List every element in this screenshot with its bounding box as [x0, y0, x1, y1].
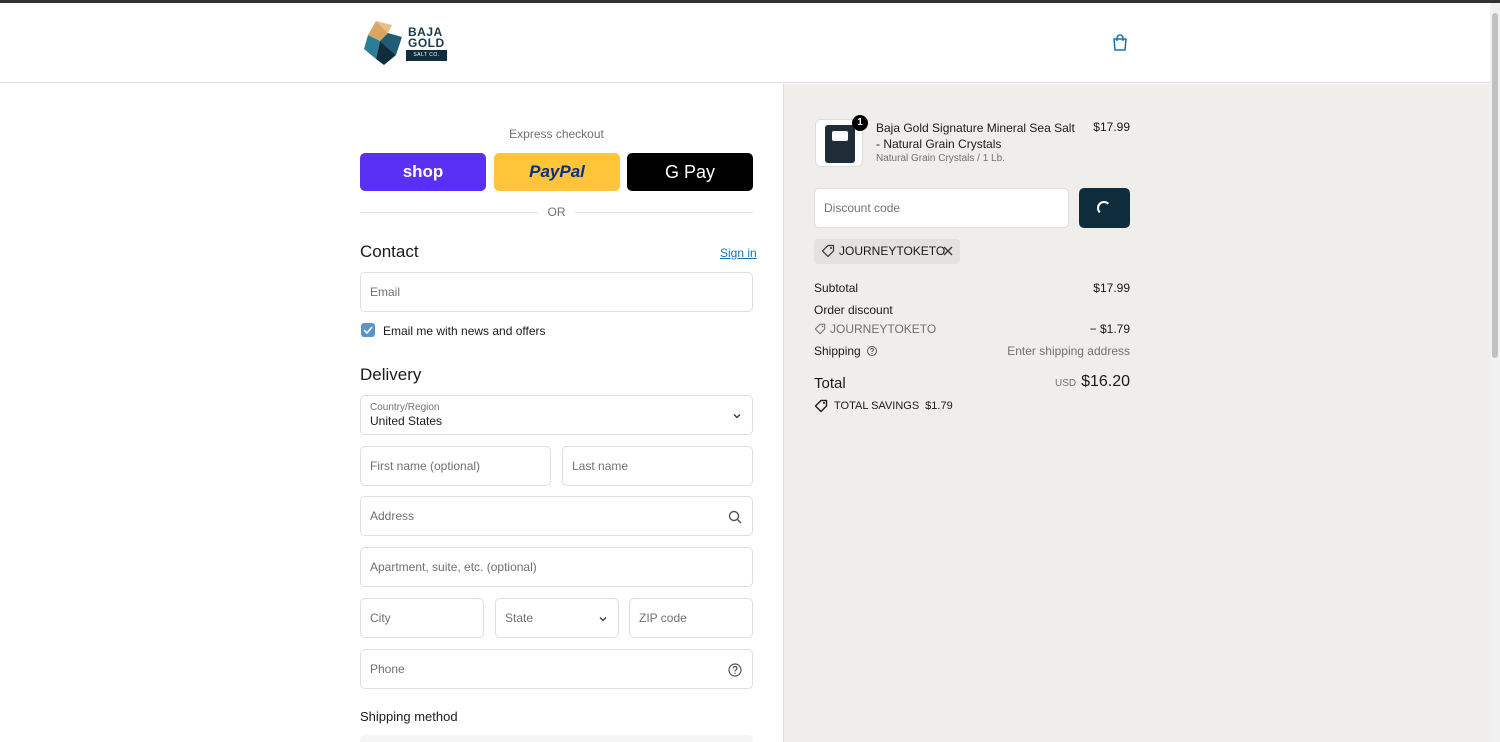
checkmark-icon [363, 326, 373, 335]
google-pay-label: G Pay [664, 161, 716, 182]
shipping-method-heading: Shipping method [360, 709, 458, 724]
apartment-field[interactable] [360, 547, 753, 587]
scrollbar-thumb[interactable] [1492, 13, 1498, 358]
remove-discount-close-icon[interactable] [941, 244, 955, 258]
product-variant: Natural Grain Crystals / 1 Lb. [876, 153, 1005, 164]
chevron-down-icon [599, 617, 607, 622]
subtotal-value: $17.99 [1093, 281, 1130, 295]
shop-pay-button[interactable]: shop [360, 153, 486, 191]
city-field[interactable] [360, 598, 484, 638]
country-label: Country/Region [370, 402, 440, 413]
state-label: State [505, 611, 534, 625]
baja-gold-logo[interactable]: BAJA GOLD SALT CO. [362, 19, 452, 69]
subtotal-label: Subtotal [814, 281, 859, 295]
country-select[interactable]: Country/Region United States [360, 395, 753, 435]
logo-badge: SALT CO. [406, 50, 447, 61]
first-name-input[interactable] [361, 447, 550, 485]
divider-right [575, 212, 753, 213]
discount-code-input[interactable] [815, 189, 1068, 227]
email-field[interactable] [360, 272, 753, 312]
order-discount-label: Order discount [814, 303, 893, 317]
city-input[interactable] [361, 599, 483, 637]
first-name-field[interactable] [360, 446, 551, 486]
help-circle-icon[interactable] [727, 662, 743, 678]
address-input[interactable] [361, 497, 752, 535]
quantity-badge: 1 [852, 115, 868, 131]
country-value: United States [370, 414, 443, 428]
last-name-input[interactable] [563, 447, 752, 485]
scrollbar[interactable] [1490, 3, 1500, 742]
applied-discount-tag: JOURNEYTOKETO [814, 239, 960, 264]
shop-pay-label: shop [402, 162, 444, 181]
news-offers-checkbox[interactable] [361, 323, 375, 337]
shopping-bag-icon[interactable] [1110, 33, 1130, 53]
logo-line2: GOLD [408, 36, 445, 50]
tag-icon [814, 323, 826, 335]
order-discount-value: − $1.79 [1089, 322, 1130, 336]
applied-discount-code: JOURNEYTOKETO [839, 244, 946, 258]
state-select[interactable]: State [495, 598, 619, 638]
total-value: $16.20 [1081, 373, 1130, 390]
order-summary-panel [783, 84, 1490, 742]
product-package [825, 125, 855, 163]
total-savings-row: TOTAL SAVINGS $1.79 [814, 399, 953, 413]
product-name: Baja Gold Signature Mineral Sea Salt - N… [876, 121, 1075, 151]
delivery-heading: Delivery [360, 365, 422, 384]
zip-input[interactable] [630, 599, 752, 637]
news-offers-label: Email me with news and offers [383, 324, 546, 338]
total-savings-label: TOTAL SAVINGS [834, 400, 920, 412]
phone-input[interactable] [361, 650, 752, 688]
contact-heading: Contact [360, 242, 419, 261]
google-pay-button[interactable]: G Pay [627, 153, 753, 191]
or-divider-text: OR [547, 205, 566, 219]
tag-icon [814, 399, 828, 413]
tag-icon [821, 244, 835, 258]
address-field[interactable] [360, 496, 753, 536]
zip-field[interactable] [629, 598, 753, 638]
shipping-method-box [360, 735, 753, 742]
product-price: $17.99 [1093, 120, 1130, 134]
total-label: Total [814, 375, 846, 392]
email-input[interactable] [361, 273, 752, 311]
chevron-down-icon [733, 414, 741, 419]
shipping-value: Enter shipping address [1007, 344, 1130, 358]
discount-code-field[interactable] [814, 188, 1069, 228]
logo-mark-icon [364, 21, 402, 65]
last-name-field[interactable] [562, 446, 753, 486]
express-checkout-label: Express checkout [509, 127, 604, 141]
order-discount-code: JOURNEYTOKETO [830, 322, 937, 336]
help-circle-icon[interactable] [866, 345, 878, 357]
loading-spinner-icon [1097, 201, 1111, 215]
paypal-label: PayPal [529, 162, 585, 181]
sign-in-link[interactable]: Sign in [720, 246, 757, 260]
shipping-label: Shipping [814, 344, 861, 358]
search-icon [728, 510, 742, 524]
divider-left [360, 212, 538, 213]
total-savings-value: $1.79 [925, 400, 953, 412]
currency-code: USD [1055, 378, 1077, 389]
site-header: BAJA GOLD SALT CO. [0, 3, 1490, 83]
apply-discount-button[interactable] [1079, 188, 1130, 228]
paypal-button[interactable]: PayPal [494, 153, 620, 191]
order-discount-code-row: JOURNEYTOKETO [814, 322, 936, 336]
shipping-row-label: Shipping [814, 344, 878, 358]
apartment-input[interactable] [361, 548, 752, 586]
phone-field[interactable] [360, 649, 753, 689]
